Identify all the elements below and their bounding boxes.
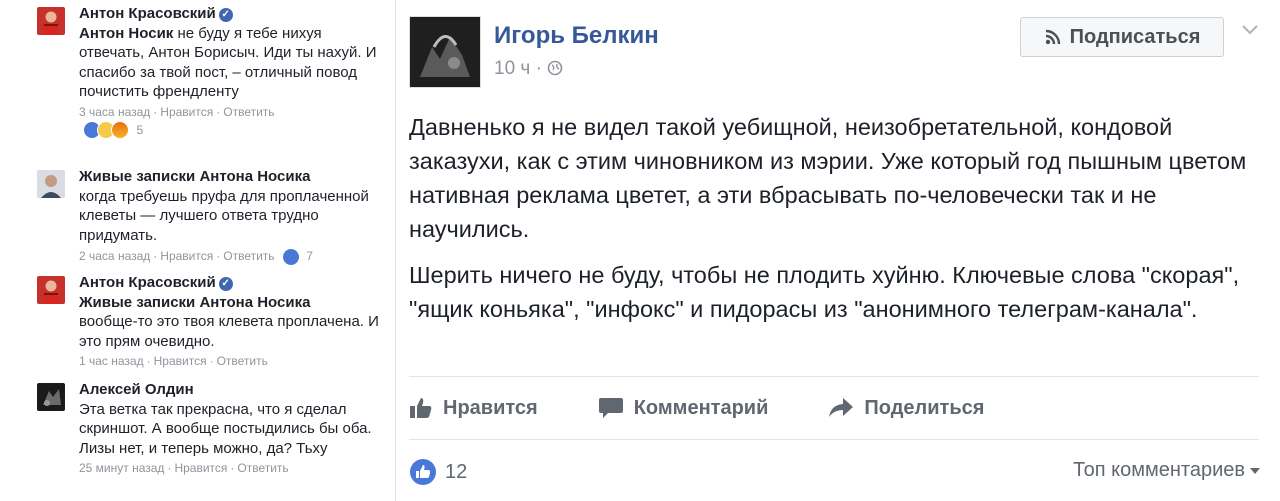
post-timestamp: 10 ч · [494, 58, 563, 80]
comment-mention[interactable]: Живые записки Антона Носика [79, 294, 310, 311]
post-action-bar: Нравится Комментарий Поделиться [409, 376, 1259, 440]
comment-reply-link[interactable]: Ответить [237, 461, 288, 475]
comment-time[interactable]: 2 часа назад [79, 249, 150, 263]
verified-badge-icon: ✓ [218, 8, 233, 22]
comment-meta: 1 час назад · Нравится · Ответить [79, 354, 268, 368]
post-author-avatar[interactable] [409, 16, 481, 88]
subscribe-label: Подписаться [1069, 25, 1201, 48]
comment-reactions[interactable]: 5 [79, 120, 391, 139]
avatar[interactable] [37, 276, 65, 304]
likes-count: 12 [445, 460, 468, 483]
comment-reply-link[interactable]: Ответить [223, 105, 274, 119]
comment-button[interactable]: Комментарий [598, 396, 769, 420]
comment-author[interactable]: Антон Красовский [79, 5, 216, 22]
comment-reactions[interactable] [281, 248, 300, 266]
post-paragraph: Давненько я не видел такой уебищной, неи… [409, 114, 1247, 242]
comment-mention[interactable]: Антон Носик [79, 25, 173, 42]
comment-author[interactable]: Живые записки Антона Носика [79, 168, 310, 185]
thumbs-up-icon [410, 398, 432, 418]
avatar[interactable] [37, 7, 65, 35]
rss-icon [1045, 29, 1060, 45]
comment-time[interactable]: 1 час назад [79, 354, 144, 368]
share-button[interactable]: Поделиться [828, 397, 984, 420]
globe-icon [547, 60, 563, 76]
share-label: Поделиться [864, 396, 985, 419]
post-author-name[interactable]: Игорь Белкин [494, 22, 659, 50]
comment-reply-link[interactable]: Ответить [217, 354, 268, 368]
comment-meta: 3 часа назад · Нравится · Ответить [79, 104, 275, 119]
reaction-count: 5 [136, 122, 144, 137]
comment-author[interactable]: Антон Красовский [79, 274, 216, 291]
share-arrow-icon [829, 398, 854, 417]
comment-reply-link[interactable]: Ответить [223, 249, 274, 263]
post-body: Давненько я не видел такой уебищной, неи… [409, 110, 1259, 338]
top-comments-label: Топ комментариев [1072, 459, 1245, 481]
comment-like-link[interactable]: Нравится [160, 249, 213, 263]
post-card: Игорь Белкин 10 ч · Подписаться Давненьк… [395, 0, 1280, 501]
comment-time[interactable]: 3 часа назад [79, 105, 150, 119]
comment-like-link[interactable]: Нравится [154, 354, 207, 368]
avatar[interactable] [37, 170, 65, 198]
comment-text: Эта ветка так прекрасна, что я сделал ск… [79, 400, 372, 457]
comment-meta: 2 часа назад · Нравится · Ответить 7 [79, 248, 391, 266]
reaction-count: 7 [306, 249, 313, 264]
like-reaction-icon [410, 459, 436, 485]
comment-like-link[interactable]: Нравится [174, 461, 227, 475]
comment-meta: 25 минут назад · Нравится · Ответить [79, 461, 289, 475]
comment-text: вообще-то это твоя клевета проплачена. И… [79, 313, 379, 350]
post-likes-summary[interactable]: 12 [409, 458, 467, 486]
comment-author[interactable]: Алексей Олдин [79, 381, 194, 398]
comments-panel: Антон Красовский ✓ Антон Носик не буду я … [0, 0, 392, 501]
post-options-chevron-icon[interactable] [1239, 18, 1261, 40]
comment-label: Комментарий [633, 396, 769, 419]
comment-bubble-icon [598, 398, 623, 418]
post-time-text[interactable]: 10 ч [494, 58, 530, 79]
comment-time[interactable]: 25 минут назад [79, 461, 164, 475]
dropdown-caret-icon [1250, 467, 1260, 474]
like-reaction-icon [281, 248, 300, 266]
post-paragraph: Шерить ничего не буду, чтобы не плодить … [409, 262, 1240, 322]
avatar[interactable] [37, 383, 65, 411]
top-comments-dropdown[interactable]: Топ комментариев [1073, 459, 1261, 482]
subscribe-button[interactable]: Подписаться [1020, 17, 1224, 57]
angry-reaction-icon [111, 120, 129, 139]
verified-badge-icon: ✓ [218, 277, 233, 291]
comment-text: когда требуешь пруфа для проплаченной кл… [79, 187, 369, 244]
like-button[interactable]: Нравится [409, 397, 538, 420]
like-label: Нравится [443, 396, 538, 419]
comment-like-link[interactable]: Нравится [160, 105, 213, 119]
